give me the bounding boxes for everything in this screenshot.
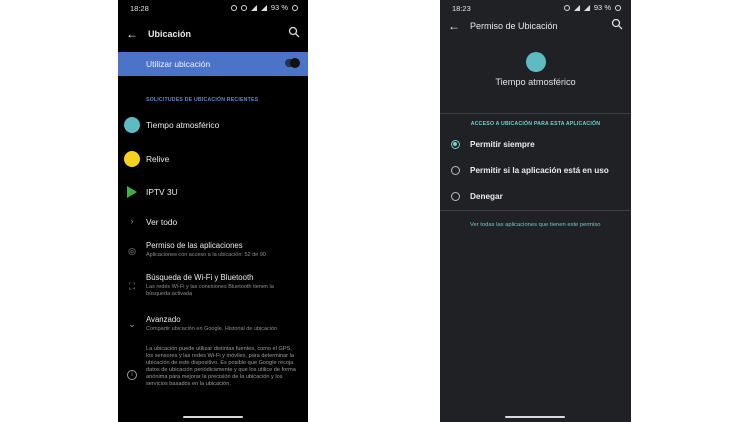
divider	[440, 113, 631, 114]
chevron-down-icon: ⌄	[128, 319, 136, 329]
back-arrow-icon[interactable]: ←	[126, 27, 138, 41]
app-bar: ← Ubicación	[118, 20, 308, 52]
use-location-toggle-row[interactable]: Utilizar ubicación	[118, 52, 308, 76]
location-icon	[240, 4, 247, 11]
battery-text: 93 %	[270, 3, 288, 12]
recent-app-relive[interactable]: Relive	[118, 150, 308, 170]
battery-icon	[615, 4, 621, 11]
radio-unselected[interactable]	[451, 192, 460, 201]
status-icons: 93 %	[563, 3, 621, 12]
scan-subtitle-line1: Las redes Wi-Fi y las conexiones Bluetoo…	[146, 284, 274, 290]
app-permission-subtitle: Aplicaciones con acceso a la ubicación: …	[146, 252, 266, 258]
app-permission-row[interactable]: ◎ Permiso de las aplicaciones Aplicacion…	[118, 240, 308, 264]
recent-app-label: Relive	[146, 154, 170, 164]
status-time: 18:28	[130, 4, 149, 13]
access-section-title: ACCESO A UBICACIÓN PARA ESTA APLICACIÓN	[470, 121, 601, 127]
battery-text: 93 %	[593, 3, 611, 12]
see-all-apps-link[interactable]: Ver todas las aplicaciones que tienen es…	[470, 222, 610, 230]
status-bar: 18:28 93 %	[118, 0, 308, 16]
play-icon	[127, 186, 137, 198]
use-location-switch[interactable]	[285, 58, 300, 68]
gesture-handle[interactable]	[183, 416, 243, 418]
gesture-handle[interactable]	[505, 416, 565, 418]
location-pin-icon: ◎	[128, 246, 136, 256]
radio-selected[interactable]	[451, 140, 460, 149]
option-allow-always[interactable]: Permitir siempre	[440, 137, 631, 153]
advanced-subtitle: Compartir ubicación en Google, Historial…	[146, 326, 278, 332]
option-allow-while-using[interactable]: Permitir si la aplicación está en uso	[440, 163, 631, 179]
relive-icon	[124, 151, 140, 167]
recent-requests-heading: SOLICITUDES DE UBICACIÓN RECIENTES	[146, 97, 259, 103]
option-deny[interactable]: Denegar	[440, 189, 631, 205]
scan-subtitle-line2: búsqueda activada	[146, 291, 193, 297]
radio-unselected[interactable]	[451, 166, 460, 175]
scan-title: Búsqueda de Wi-Fi y Bluetooth	[146, 273, 254, 282]
page-title: Permiso de Ubicación	[470, 21, 558, 31]
alarm-icon	[563, 4, 570, 11]
info-icon: i	[127, 370, 137, 380]
option-label: Denegar	[470, 192, 503, 201]
location-info-text: La ubicación puede utilizar distintas fu…	[146, 346, 296, 387]
chevron-right-icon: ›	[130, 216, 134, 226]
recent-app-iptv[interactable]: IPTV 3U	[118, 183, 308, 203]
scan-icon: ⛶	[128, 281, 136, 291]
advanced-title: Avanzado	[146, 315, 181, 324]
weather-app-icon	[526, 52, 546, 72]
signal-icon	[583, 4, 590, 11]
page-title: Ubicación	[148, 29, 192, 39]
see-all-row[interactable]: › Ver todo	[118, 213, 308, 233]
location-permission-screen: 18:23 93 % ← Permiso de Ubicación Tiempo…	[440, 0, 631, 422]
battery-icon	[292, 4, 298, 11]
recent-app-weather[interactable]: Tiempo atmosférico	[118, 116, 308, 136]
status-icons: 93 %	[230, 3, 298, 12]
recent-app-label: Tiempo atmosférico	[146, 120, 220, 130]
alarm-icon	[230, 4, 237, 11]
recent-app-label: IPTV 3U	[146, 187, 178, 197]
switch-knob	[290, 58, 300, 68]
app-name: Tiempo atmosférico	[495, 77, 576, 87]
advanced-row[interactable]: ⌄ Avanzado Compartir ubicación en Google…	[118, 314, 308, 338]
weather-icon	[124, 117, 140, 133]
signal-icon	[260, 4, 267, 11]
back-arrow-icon[interactable]: ←	[448, 19, 460, 33]
app-bar: ← Permiso de Ubicación	[440, 12, 631, 44]
option-label: Permitir siempre	[470, 140, 535, 149]
option-label: Permitir si la aplicación está en uso	[470, 166, 609, 175]
use-location-label: Utilizar ubicación	[146, 59, 211, 69]
wifi-icon	[250, 4, 257, 11]
wifi-icon	[573, 4, 580, 11]
see-all-label: Ver todo	[146, 217, 178, 227]
divider	[440, 210, 631, 211]
wifi-bluetooth-scan-row[interactable]: ⛶ Búsqueda de Wi-Fi y Bluetooth Las rede…	[118, 272, 308, 302]
search-icon[interactable]	[288, 26, 300, 38]
search-icon[interactable]	[611, 18, 623, 30]
location-settings-screen: 18:28 93 % ← Ubicación Utilizar ubicació…	[118, 0, 308, 422]
app-permission-title: Permiso de las aplicaciones	[146, 241, 243, 250]
